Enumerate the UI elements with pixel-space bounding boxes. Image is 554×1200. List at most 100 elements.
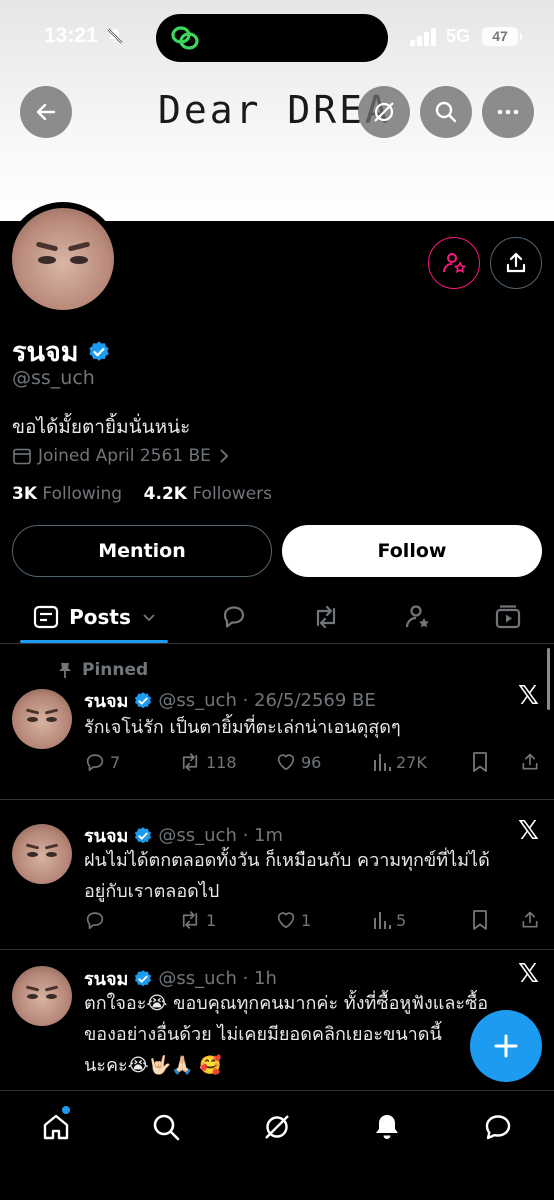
- like-button[interactable]: 96: [275, 751, 321, 773]
- like-count: 96: [301, 752, 322, 772]
- link-icon: [171, 26, 199, 50]
- tab-posts[interactable]: Posts: [22, 592, 168, 642]
- post-header: รนจม @ss_uch · 26/5/2569 BE: [84, 686, 376, 715]
- reply-icon: [86, 912, 104, 930]
- followers-label: Followers: [192, 484, 273, 504]
- bell-off-icon: [107, 28, 123, 44]
- post-avatar[interactable]: [12, 824, 72, 884]
- reply-bubble-icon: [223, 606, 245, 628]
- chevron-right-icon: [220, 449, 229, 463]
- following-count: 3K: [12, 484, 38, 504]
- arrow-left-icon: [36, 103, 56, 121]
- post-meta: @ss_uch · 1h: [158, 968, 277, 989]
- search-icon: [435, 101, 457, 123]
- back-button[interactable]: [20, 86, 72, 138]
- post-item[interactable]: รนจม @ss_uch · 26/5/2569 BE 𝕏 รักเจโน่รั…: [0, 645, 554, 800]
- tab-reposts[interactable]: [302, 592, 350, 642]
- messages-icon[interactable]: [482, 1111, 514, 1143]
- verified-badge-icon: [135, 691, 152, 708]
- share-icon: [522, 753, 538, 770]
- followers-link[interactable]: 4.2K Followers: [144, 484, 272, 504]
- share-icon: [506, 252, 526, 273]
- post-text: ฝนไม่ได้ตกตลอดทั้งวัน ก็เหมือนกับ ความทุ…: [84, 845, 544, 907]
- views-count: 27K: [396, 752, 427, 772]
- reply-count: 7: [110, 752, 121, 772]
- posts-icon: [34, 605, 59, 629]
- bookmark-button[interactable]: [470, 751, 490, 773]
- views-button[interactable]: 27K: [372, 751, 427, 773]
- repost-count: 1: [206, 910, 217, 930]
- home-icon[interactable]: [40, 1111, 72, 1143]
- joined-date-row[interactable]: Joined April 2561 BE: [12, 446, 231, 466]
- chevron-down-icon: [143, 614, 155, 622]
- repost-button[interactable]: 118: [178, 751, 237, 773]
- repost-icon: [182, 911, 198, 929]
- verified-badge-icon: [135, 826, 152, 843]
- dynamic-island: [156, 14, 388, 62]
- post-text-line: รักเจโน่รัก เป็นตายิ้มที่ตะเล่กน่าเอนดุส…: [84, 717, 401, 738]
- like-button[interactable]: 1: [275, 909, 311, 931]
- verified-badge-icon[interactable]: [87, 340, 111, 364]
- bookmark-icon: [473, 752, 487, 772]
- post-actions: 7 118 96 27K: [84, 751, 544, 775]
- share-icon: [522, 911, 538, 928]
- search-button[interactable]: [420, 86, 472, 138]
- mention-button[interactable]: Mention: [12, 525, 272, 577]
- avatar-image: [12, 208, 114, 310]
- share-button[interactable]: [490, 237, 542, 289]
- bell-icon[interactable]: [371, 1111, 403, 1143]
- post-actions: 1 1 5: [84, 909, 544, 933]
- bookmark-icon: [473, 910, 487, 930]
- share-post-button[interactable]: [520, 751, 540, 773]
- profile-bio: ขอได้มั้ยตายิ้มนั่นหน่ะ: [12, 416, 191, 438]
- plus-icon: [494, 1034, 518, 1058]
- calendar-icon: [13, 448, 31, 465]
- more-button[interactable]: [482, 86, 534, 138]
- banner-text: Dear DREA: [158, 88, 391, 132]
- grok-icon[interactable]: [261, 1111, 293, 1143]
- views-count: 5: [396, 910, 407, 930]
- repost-icon: [316, 605, 336, 629]
- follow-button[interactable]: Follow: [282, 525, 542, 577]
- views-chart-icon: [374, 754, 391, 771]
- tab-subscriptions[interactable]: [394, 592, 442, 642]
- reply-button[interactable]: 7: [84, 751, 120, 773]
- repost-count: 118: [206, 752, 237, 772]
- more-horizontal-icon: [497, 109, 519, 115]
- share-post-button[interactable]: [520, 909, 540, 931]
- post-meta: @ss_uch · 1m: [158, 825, 284, 846]
- grok-icon: [374, 102, 394, 122]
- grok-button[interactable]: [358, 86, 410, 138]
- profile-avatar[interactable]: [6, 202, 120, 316]
- reply-button[interactable]: [84, 909, 110, 931]
- post-avatar[interactable]: [12, 966, 72, 1026]
- tab-media[interactable]: [484, 592, 532, 642]
- post-text-line: ฝนไม่ได้ตกตลอดทั้งวัน ก็เหมือนกับ ความทุ…: [84, 850, 490, 871]
- post-text-line: อยู่กับเราตลอดไป: [84, 881, 220, 902]
- post-item[interactable]: รนจม @ss_uch · 1h 𝕏 ตกใจอะ😭 ขอบคุณทุกคนม…: [0, 950, 554, 1090]
- following-link[interactable]: 3K Following: [12, 484, 122, 504]
- post-meta: @ss_uch · 26/5/2569 BE: [158, 690, 376, 711]
- profile-tabs: Posts: [0, 592, 554, 644]
- bottom-navigation: [0, 1090, 554, 1200]
- subscribe-notify-button[interactable]: [428, 237, 480, 289]
- views-chart-icon: [374, 912, 391, 929]
- verified-badge-icon: [135, 969, 152, 986]
- person-star-icon: [443, 253, 467, 274]
- signal-icon: [410, 28, 436, 46]
- x-logo-icon: 𝕏: [518, 681, 539, 711]
- views-button[interactable]: 5: [372, 909, 406, 931]
- repost-button[interactable]: 1: [178, 909, 216, 931]
- like-count: 1: [301, 910, 312, 930]
- repost-icon: [182, 753, 198, 771]
- following-label: Following: [42, 484, 123, 504]
- joined-date: Joined April 2561 BE: [38, 446, 211, 466]
- tab-replies[interactable]: [210, 592, 258, 642]
- x-logo-icon: 𝕏: [518, 816, 539, 846]
- post-item[interactable]: รนจม @ss_uch · 1m 𝕏 ฝนไม่ได้ตกตลอดทั้งวั…: [0, 800, 554, 950]
- compose-post-button[interactable]: [470, 1010, 542, 1082]
- post-author-name[interactable]: รนจม: [84, 686, 128, 715]
- search-icon[interactable]: [150, 1111, 182, 1143]
- bookmark-button[interactable]: [470, 909, 490, 931]
- post-avatar[interactable]: [12, 689, 72, 749]
